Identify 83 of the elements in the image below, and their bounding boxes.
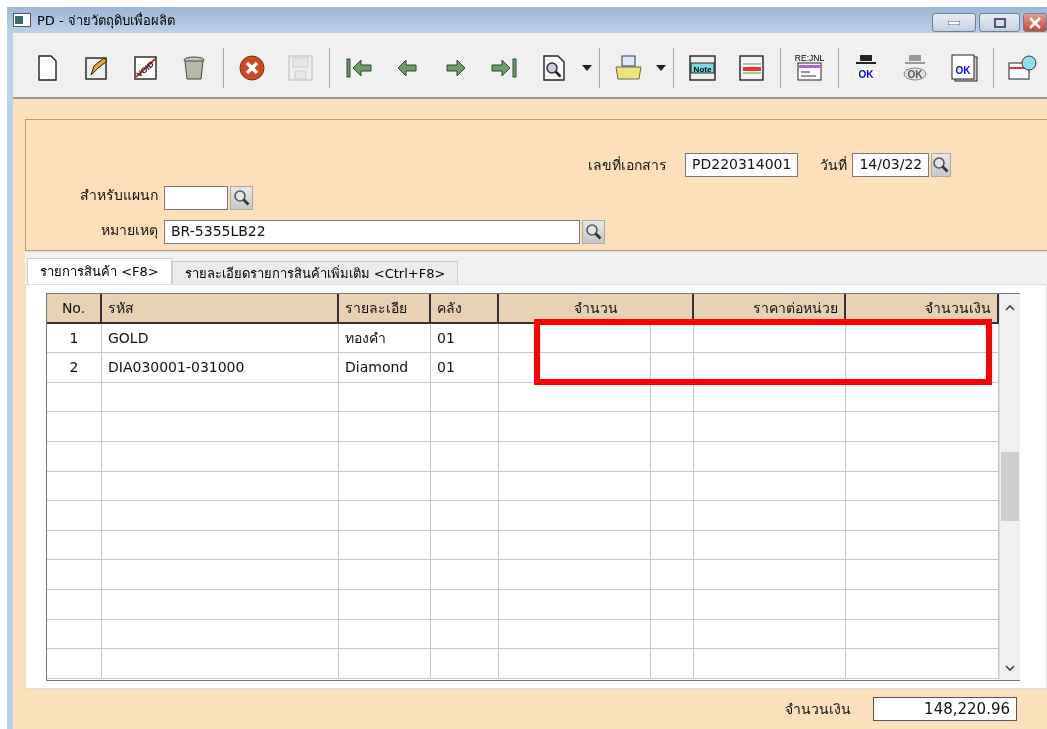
table-cell: [651, 649, 694, 679]
column-header: รายละเอีย: [339, 294, 431, 324]
close-button[interactable]: [1023, 13, 1047, 32]
tab[interactable]: รายละเอียดรายการสินค้าเพิ่มเติม <Ctrl+F8>: [171, 261, 459, 284]
toolbar-button[interactable]: Note: [677, 48, 727, 88]
table-cell: [651, 382, 694, 413]
total-amount-field: 148,220.96: [873, 697, 1017, 721]
table-cell: [651, 530, 694, 561]
maximize-button[interactable]: [979, 13, 1020, 32]
window-icon: [13, 13, 31, 27]
field-label: วันที่: [820, 155, 848, 176]
table-cell: [47, 471, 102, 502]
table-cell: [47, 560, 102, 590]
total-label: จำนวนเงิน: [785, 700, 851, 719]
column-header: No.: [47, 294, 102, 324]
table-cell: [431, 412, 499, 442]
search-icon: [932, 156, 951, 175]
table-cell: Diamond: [339, 353, 431, 383]
remark-field[interactable]: BR-5355LB22: [164, 220, 580, 245]
table-cell: [651, 560, 694, 590]
minimize-button[interactable]: [932, 13, 976, 32]
table-cell: [47, 619, 102, 650]
field-label: เลขที่เอกสาร: [588, 155, 667, 176]
window-title: PD - จ่ายวัตถุดิบเพื่อผลิต: [37, 11, 175, 31]
scrollbar[interactable]: [999, 294, 1020, 680]
table-cell: [47, 382, 102, 413]
department-field[interactable]: [164, 186, 228, 210]
tab[interactable]: รายการสินค้า <F8>: [27, 258, 172, 284]
table-cell: [431, 382, 499, 413]
table-cell: [431, 619, 499, 650]
table-cell: [431, 471, 499, 502]
toolbar-button[interactable]: OK: [842, 48, 892, 88]
table-cell: GOLD: [102, 323, 339, 354]
search-icon: [232, 189, 251, 207]
table-cell: [651, 323, 694, 354]
table-cell: [47, 441, 102, 472]
table-cell: [47, 501, 102, 531]
table-cell: [651, 471, 694, 502]
search-icon: [584, 223, 603, 242]
search-button[interactable]: [582, 220, 605, 245]
table-cell: [651, 589, 694, 620]
table-cell: 01: [431, 323, 499, 354]
column-header: รหัส: [102, 294, 339, 324]
caret-icon: [581, 65, 592, 71]
table-cell: [651, 619, 694, 650]
table-cell: [431, 589, 499, 620]
search-button[interactable]: [230, 186, 253, 210]
date-field[interactable]: 14/03/22: [852, 153, 930, 178]
close-icon: [1029, 16, 1041, 29]
minimize-icon: [948, 20, 960, 25]
note-icon: Note: [686, 53, 718, 83]
table-cell: [431, 530, 499, 561]
table-cell: 1: [47, 323, 102, 354]
table-cell: [47, 412, 102, 442]
table-cell: [47, 530, 102, 561]
table-cell: [47, 649, 102, 679]
scrollbar-thumb[interactable]: [1001, 452, 1019, 521]
table-cell: [651, 412, 694, 442]
maximize-icon: [993, 17, 1006, 28]
table-cell: [47, 589, 102, 620]
search-button[interactable]: [931, 153, 952, 178]
table-cell: [431, 501, 499, 531]
printer-icon: [612, 53, 644, 83]
field-label: หมายเหตุ: [101, 220, 158, 241]
table-cell: 01: [431, 353, 499, 383]
scroll-down-icon: [1005, 665, 1015, 672]
table-cell: [651, 441, 694, 472]
field-label: สำหรับแผนก: [80, 186, 158, 206]
table-cell: 2: [47, 353, 102, 383]
cancel-icon: [236, 53, 268, 83]
scroll-up-icon: [1005, 304, 1015, 311]
document-number-field[interactable]: PD220314001: [685, 153, 799, 178]
caret-icon: [655, 65, 666, 71]
table-cell: [651, 501, 694, 531]
table-search-icon: [1007, 53, 1039, 83]
table-cell: ทองคำ: [339, 323, 431, 354]
column-header: คลัง: [431, 294, 499, 324]
table-cell: DIA030001-031000: [102, 353, 339, 383]
table-cell: [431, 649, 499, 679]
toolbar-button[interactable]: RE:JNL: [784, 48, 834, 88]
table-cell: [431, 441, 499, 472]
table-cell: [431, 560, 499, 590]
toolbar-button[interactable]: OK: [940, 48, 990, 88]
